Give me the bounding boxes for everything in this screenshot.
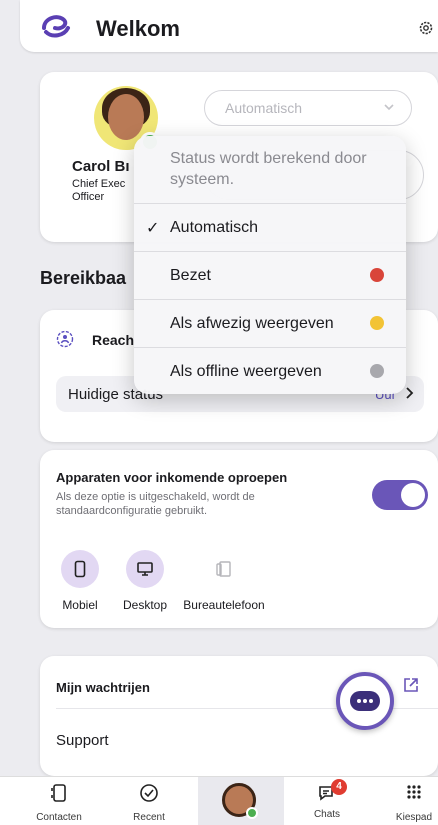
app-logo-icon bbox=[42, 15, 70, 38]
presence-indicator bbox=[246, 807, 258, 819]
devices-card: Apparaten voor inkomende oproepen Als de… bbox=[40, 450, 438, 628]
away-status-dot-icon bbox=[370, 316, 384, 330]
desk-phone-icon bbox=[216, 561, 231, 577]
tab-profile[interactable] bbox=[198, 777, 284, 825]
devices-toggle[interactable] bbox=[372, 480, 428, 510]
status-option-away[interactable]: Als afwezig weergeven bbox=[134, 300, 406, 348]
section-title-reachability: Bereikbaa bbox=[40, 268, 127, 288]
status-menu: Status wordt berekend door systeem. ✓ Au… bbox=[134, 136, 406, 394]
reach-icon bbox=[56, 330, 74, 348]
status-option-busy[interactable]: Bezet bbox=[134, 252, 406, 300]
checkmark-icon: ✓ bbox=[146, 220, 160, 237]
device-mobile[interactable]: Mobiel bbox=[60, 550, 100, 612]
settings-gear-icon[interactable] bbox=[418, 20, 434, 36]
external-link-icon[interactable] bbox=[402, 676, 420, 694]
profile-name: Carol Bı bbox=[72, 158, 130, 175]
mobile-phone-icon bbox=[74, 560, 86, 578]
reach-label: Reach bbox=[92, 332, 135, 348]
chevron-down-icon bbox=[384, 104, 394, 111]
queue-item[interactable]: Support bbox=[56, 732, 109, 749]
contacts-icon bbox=[51, 784, 66, 802]
app-header: Welkom bbox=[20, 0, 438, 52]
page-title: Welkom bbox=[96, 16, 180, 41]
device-desktop[interactable]: Desktop bbox=[112, 550, 178, 612]
status-dropdown[interactable]: Automatisch bbox=[204, 90, 412, 126]
offline-status-dot-icon bbox=[370, 364, 384, 378]
tab-keypad[interactable]: Kiespad bbox=[390, 783, 438, 823]
keypad-icon bbox=[407, 785, 421, 799]
tab-contacts[interactable]: Contacten bbox=[32, 783, 86, 823]
queues-title: Mijn wachtrijen bbox=[56, 680, 150, 695]
desktop-monitor-icon bbox=[137, 562, 153, 576]
device-deskphone[interactable]: Bureautelefoon bbox=[182, 550, 266, 612]
busy-status-dot-icon bbox=[370, 268, 384, 282]
bottom-tab-bar: Contacten Recent 4 Chats Kiespad bbox=[0, 776, 438, 825]
devices-description: Als deze optie is uitgeschakeld, wordt d… bbox=[56, 491, 255, 517]
tab-recent[interactable]: Recent bbox=[122, 783, 176, 823]
unread-badge: 4 bbox=[331, 779, 347, 795]
chat-bubble-icon bbox=[350, 691, 380, 711]
status-option-offline[interactable]: Als offline weergeven bbox=[134, 348, 406, 394]
tab-chats[interactable]: 4 Chats bbox=[302, 779, 352, 820]
status-menu-info: Status wordt berekend door systeem. bbox=[134, 136, 406, 204]
recent-icon bbox=[140, 784, 158, 802]
status-option-automatic[interactable]: ✓ Automatisch bbox=[134, 204, 406, 252]
chat-fab-button[interactable] bbox=[336, 672, 394, 730]
devices-title: Apparaten voor inkomende oproepen bbox=[56, 470, 288, 485]
